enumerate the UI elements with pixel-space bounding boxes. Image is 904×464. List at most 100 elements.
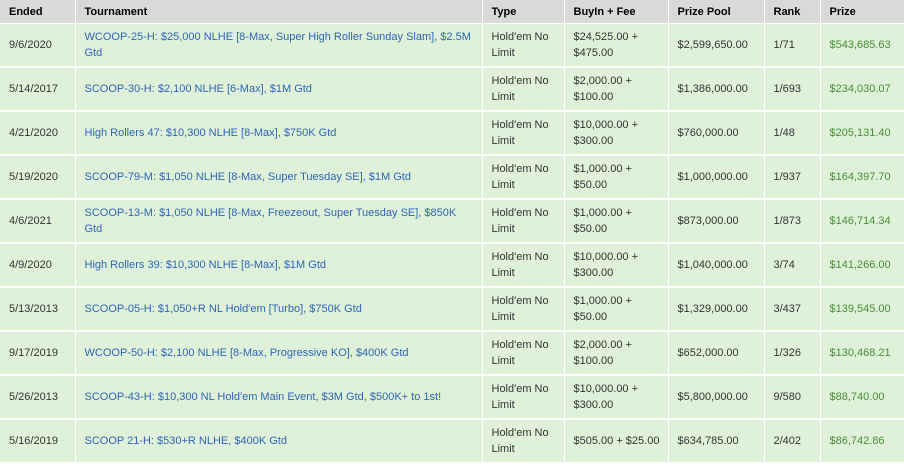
rank-value: 3/74	[773, 259, 795, 271]
ended-value: 9/6/2020	[9, 39, 52, 51]
ended-cell: 4/6/2021	[0, 199, 76, 244]
prize-value: $141,266.00	[829, 259, 891, 271]
prize-pool-cell: $634,785.00	[668, 419, 765, 464]
ended-value: 4/21/2020	[9, 127, 58, 139]
prize-pool-cell: $873,000.00	[668, 199, 765, 244]
prize-pool-value: $652,000.00	[677, 347, 739, 359]
buyin-cell: $1,000.00 + $50.00	[564, 199, 669, 244]
prize-value: $164,397.70	[829, 171, 891, 183]
buyin-cell: $10,000.00 + $300.00	[564, 243, 669, 288]
tournament-link[interactable]: WCOOP-50-H: $2,100 NLHE [8-Max, Progress…	[85, 347, 409, 359]
tournament-link[interactable]: High Rollers 47: $10,300 NLHE [8-Max], $…	[85, 127, 337, 139]
prize-pool-value: $5,800,000.00	[677, 391, 748, 403]
tournament-cell: SCOOP-13-M: $1,050 NLHE [8-Max, Freezeou…	[75, 199, 483, 244]
column-header-ended[interactable]: Ended	[0, 0, 76, 24]
column-header-rank[interactable]: Rank	[764, 0, 821, 24]
buyin-value: $1,000.00 + $50.00	[573, 163, 632, 191]
tournament-link[interactable]: SCOOP-79-M: $1,050 NLHE [8-Max, Super Tu…	[85, 171, 411, 183]
tournament-cell: SCOOP-79-M: $1,050 NLHE [8-Max, Super Tu…	[75, 155, 483, 200]
tournament-link[interactable]: SCOOP-30-H: $2,100 NLHE [6-Max], $1M Gtd	[85, 83, 312, 95]
buyin-value: $1,000.00 + $50.00	[573, 295, 632, 323]
type-value: Hold'em No Limit	[491, 339, 549, 367]
type-value: Hold'em No Limit	[491, 75, 549, 103]
type-cell: Hold'em No Limit	[482, 23, 565, 68]
table-row: 4/9/2020 High Rollers 39: $10,300 NLHE [8…	[0, 243, 904, 288]
tournament-link[interactable]: SCOOP-13-M: $1,050 NLHE [8-Max, Freezeou…	[85, 207, 457, 235]
table-header: Ended Tournament Type BuyIn + Fee Prize …	[0, 0, 904, 24]
table-row: 9/6/2020 WCOOP-25-H: $25,000 NLHE [8-Max,…	[0, 23, 904, 68]
buyin-value: $24,525.00 + $475.00	[573, 31, 639, 59]
type-cell: Hold'em No Limit	[482, 111, 565, 156]
prize-pool-value: $634,785.00	[677, 435, 739, 447]
prize-value: $543,685.63	[829, 39, 891, 51]
rank-cell: 1/873	[764, 199, 821, 244]
type-value: Hold'em No Limit	[491, 427, 549, 455]
rank-value: 9/580	[773, 391, 802, 403]
buyin-value: $10,000.00 + $300.00	[573, 251, 639, 279]
type-cell: Hold'em No Limit	[482, 243, 565, 288]
buyin-cell: $1,000.00 + $50.00	[564, 155, 669, 200]
table-row: 5/13/2013 SCOOP-05-H: $1,050+R NL Hold'em…	[0, 287, 904, 332]
prize-pool-cell: $1,040,000.00	[668, 243, 765, 288]
prize-pool-cell: $5,800,000.00	[668, 375, 765, 420]
ended-value: 5/16/2019	[9, 435, 58, 447]
prize-cell: $88,740.00	[820, 375, 904, 420]
buyin-cell: $505.00 + $25.00	[564, 419, 669, 464]
prize-pool-value: $1,329,000.00	[677, 303, 748, 315]
buyin-cell: $2,000.00 + $100.00	[564, 331, 669, 376]
prize-pool-cell: $1,000,000.00	[668, 155, 765, 200]
column-header-prize-pool[interactable]: Prize Pool	[668, 0, 765, 24]
rank-value: 1/48	[773, 127, 795, 139]
ended-cell: 5/19/2020	[0, 155, 76, 200]
tournament-cell: SCOOP-05-H: $1,050+R NL Hold'em [Turbo],…	[75, 287, 483, 332]
column-header-buyin[interactable]: BuyIn + Fee	[564, 0, 669, 24]
rank-cell: 1/326	[764, 331, 821, 376]
buyin-value: $2,000.00 + $100.00	[573, 75, 632, 103]
tournament-cell: SCOOP-43-H: $10,300 NL Hold'em Main Even…	[75, 375, 483, 420]
header-row: Ended Tournament Type BuyIn + Fee Prize …	[0, 0, 904, 24]
prize-cell: $141,266.00	[820, 243, 904, 288]
type-cell: Hold'em No Limit	[482, 375, 565, 420]
tournament-link[interactable]: SCOOP 21-H: $530+R NLHE, $400K Gtd	[85, 435, 288, 447]
prize-cell: $86,742.86	[820, 419, 904, 464]
rank-value: 3/437	[773, 303, 802, 315]
tournament-cell: SCOOP-30-H: $2,100 NLHE [6-Max], $1M Gtd	[75, 67, 483, 112]
prize-value: $88,740.00	[829, 391, 885, 403]
column-header-type[interactable]: Type	[482, 0, 565, 24]
prize-cell: $139,545.00	[820, 287, 904, 332]
type-value: Hold'em No Limit	[491, 31, 549, 59]
column-header-tournament[interactable]: Tournament	[75, 0, 483, 24]
table-row: 5/26/2013 SCOOP-43-H: $10,300 NL Hold'em …	[0, 375, 904, 420]
ended-value: 5/14/2017	[9, 83, 58, 95]
rank-value: 2/402	[773, 435, 802, 447]
ended-cell: 4/21/2020	[0, 111, 76, 156]
rank-value: 1/693	[773, 83, 802, 95]
ended-value: 4/9/2020	[9, 259, 52, 271]
buyin-value: $10,000.00 + $300.00	[573, 383, 639, 411]
rank-cell: 1/71	[764, 23, 821, 68]
buyin-cell: $10,000.00 + $300.00	[564, 375, 669, 420]
tournament-cell: WCOOP-50-H: $2,100 NLHE [8-Max, Progress…	[75, 331, 483, 376]
buyin-cell: $2,000.00 + $100.00	[564, 67, 669, 112]
ended-cell: 5/26/2013	[0, 375, 76, 420]
tournament-link[interactable]: High Rollers 39: $10,300 NLHE [8-Max], $…	[85, 259, 327, 271]
prize-value: $205,131.40	[829, 127, 891, 139]
type-cell: Hold'em No Limit	[482, 199, 565, 244]
table-row: 4/6/2021 SCOOP-13-M: $1,050 NLHE [8-Max, …	[0, 199, 904, 244]
tournament-cell: High Rollers 39: $10,300 NLHE [8-Max], $…	[75, 243, 483, 288]
type-cell: Hold'em No Limit	[482, 67, 565, 112]
ended-cell: 4/9/2020	[0, 243, 76, 288]
buyin-value: $2,000.00 + $100.00	[573, 339, 632, 367]
ended-cell: 5/16/2019	[0, 419, 76, 464]
tournament-link[interactable]: WCOOP-25-H: $25,000 NLHE [8-Max, Super H…	[85, 31, 471, 59]
tournament-cell: High Rollers 47: $10,300 NLHE [8-Max], $…	[75, 111, 483, 156]
prize-value: $130,468.21	[829, 347, 891, 359]
ended-value: 5/26/2013	[9, 391, 58, 403]
tournament-link[interactable]: SCOOP-05-H: $1,050+R NL Hold'em [Turbo],…	[85, 303, 362, 315]
prize-pool-cell: $1,329,000.00	[668, 287, 765, 332]
type-cell: Hold'em No Limit	[482, 155, 565, 200]
tournament-link[interactable]: SCOOP-43-H: $10,300 NL Hold'em Main Even…	[85, 391, 442, 403]
rank-cell: 3/437	[764, 287, 821, 332]
column-header-prize[interactable]: Prize	[820, 0, 904, 24]
prize-pool-cell: $760,000.00	[668, 111, 765, 156]
